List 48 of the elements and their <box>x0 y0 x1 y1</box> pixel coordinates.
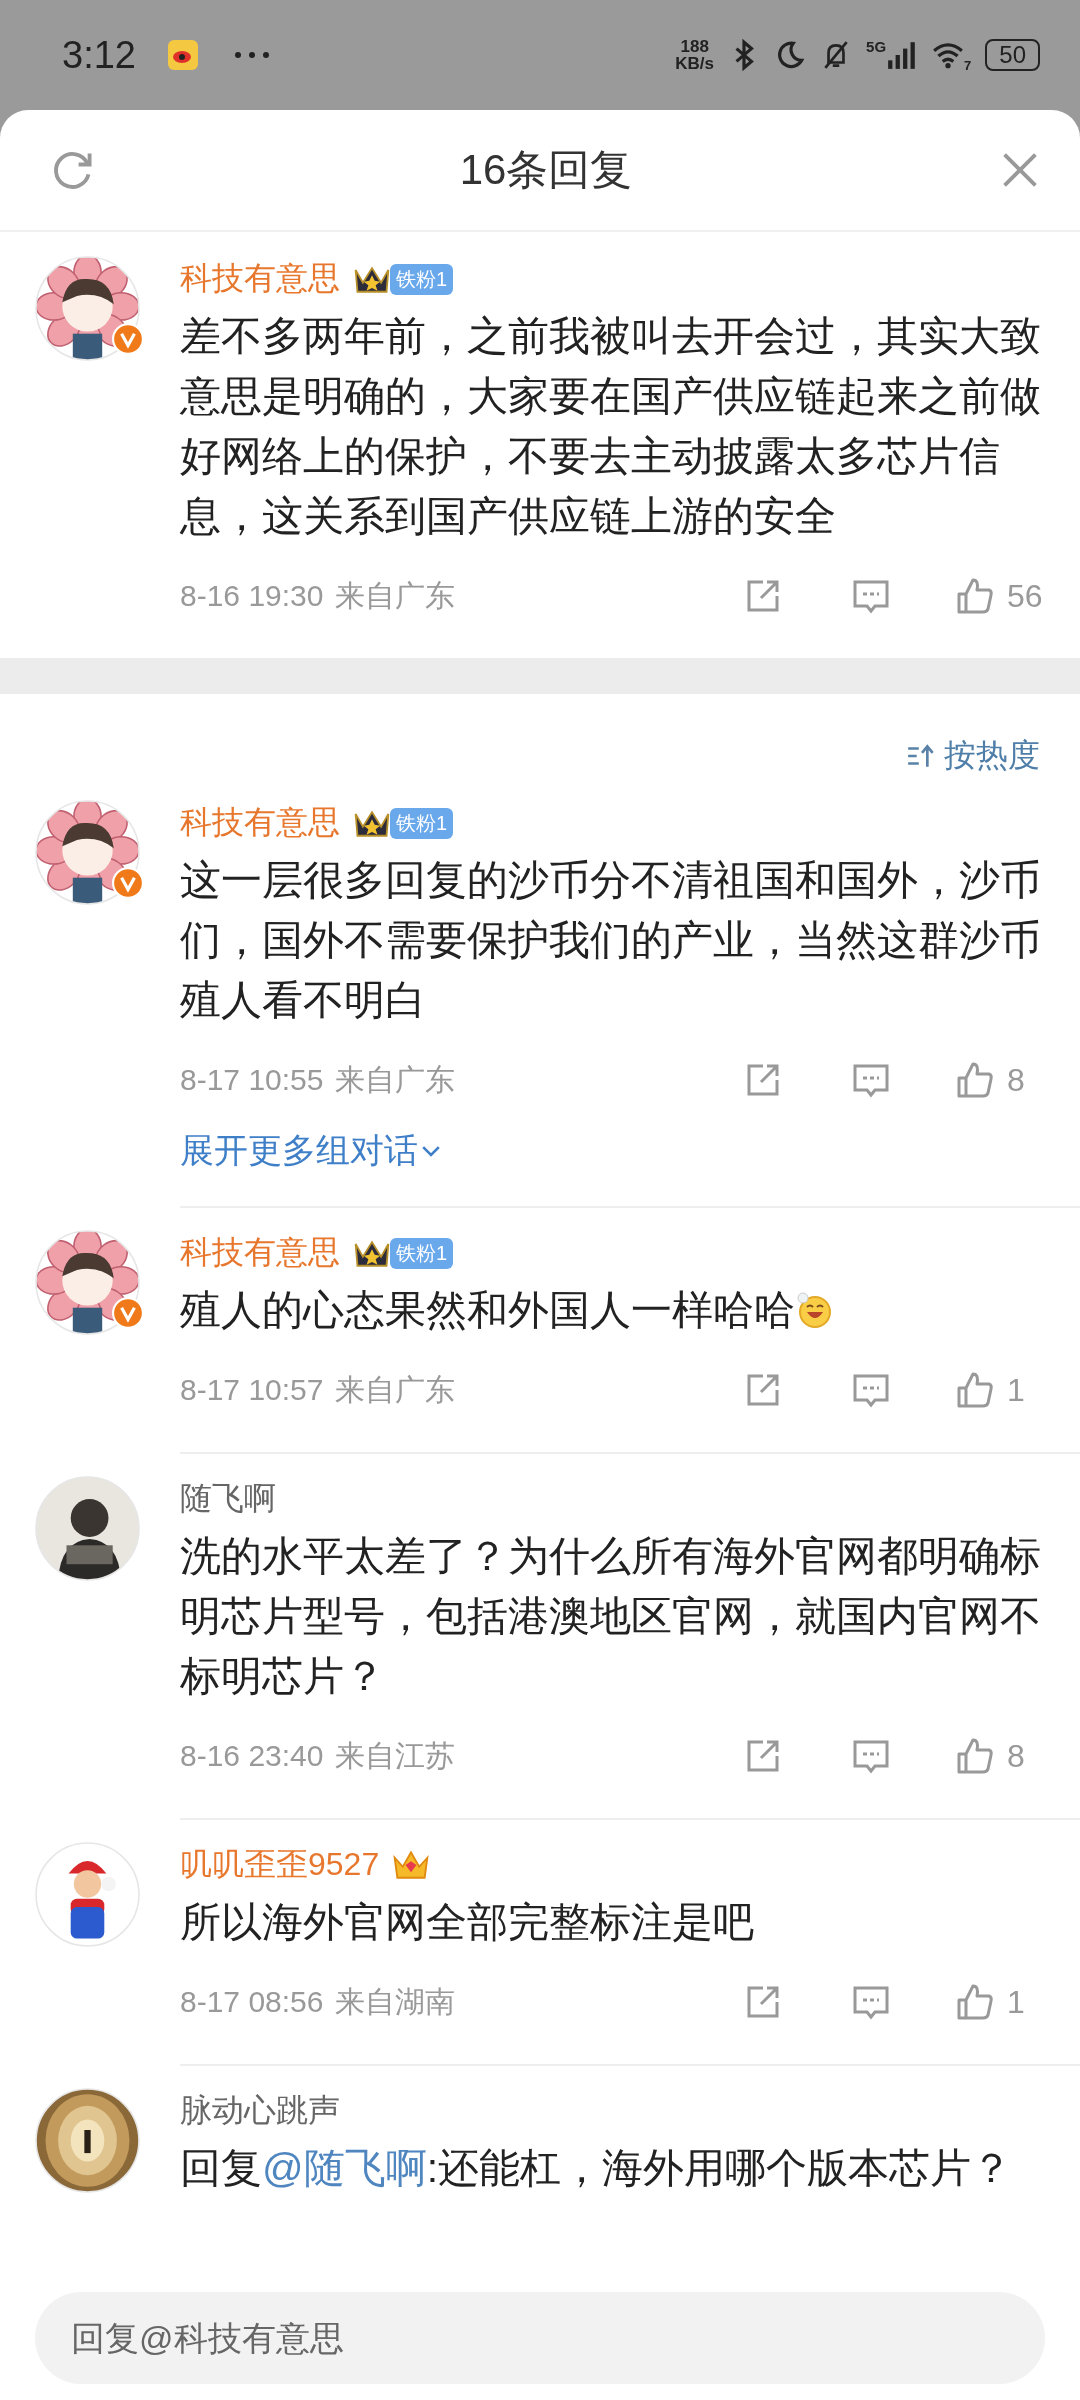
thumbs-up-icon[interactable] <box>955 1982 995 2022</box>
username[interactable]: 科技有意思 <box>180 1231 340 1275</box>
comment-text: 洗的水平太差了？为什么所有海外官网都明确标明芯片型号，包括港澳地区官网，就国内官网不标明芯片？ <box>180 1532 1042 1701</box>
username[interactable]: 叽叽歪歪9527 <box>180 1843 380 1887</box>
clock: 3:12 <box>62 33 136 77</box>
reply-input-field[interactable]: 回复@科技有意思 <box>35 2292 1045 2384</box>
like-count: 8 <box>1007 1061 1026 1099</box>
thumbs-up-icon[interactable] <box>955 1060 995 1100</box>
more-icon <box>233 51 270 59</box>
location-label: 来自广东 <box>335 1371 456 1408</box>
expand-link[interactable]: 展开更多组对话 <box>180 1128 444 1174</box>
comment-text: 所以海外官网全部完整标注是吧 <box>180 1898 755 1947</box>
like-count: 1 <box>1007 1371 1026 1409</box>
timestamp: 8-16 19:30 <box>180 579 324 613</box>
network-speed: 188 KB/s <box>675 38 715 72</box>
fan-badge: 铁粉1 <box>390 807 454 839</box>
comment-text: 殖人的心态果然和外国人一样哈哈 <box>180 1280 1045 1340</box>
username[interactable]: 科技有意思 <box>180 257 340 301</box>
location-label: 来自广东 <box>335 577 456 614</box>
app-icon <box>167 40 198 70</box>
comment-text: 这一层很多回复的沙币分不清祖国和国外，沙币们，国外不需要保护我们的产业，当然这群沙币殖人看不明白 <box>180 856 1042 1025</box>
battery-indicator: 50 <box>985 39 1040 71</box>
crown-icon <box>391 1848 432 1882</box>
mention-link[interactable]: @随飞啊 <box>262 2145 427 2191</box>
comment-text: 差不多两年前，之前我被叫去开会过，其实大致意思是明确的，大家要在国产供应链起来之前做好网络上的保护，不要去主动披露太多芯片信息，这关系到国产供应链上游的安全 <box>180 312 1042 541</box>
location-label: 来自江苏 <box>335 1737 456 1774</box>
thumbs-up-icon[interactable] <box>955 1370 995 1410</box>
username[interactable]: 脉动心跳声 <box>180 2089 340 2133</box>
sheet-title: 16条回复 <box>459 145 633 195</box>
like-count: 56 <box>1007 577 1044 615</box>
network-type: 5G <box>866 38 887 55</box>
username[interactable]: 科技有意思 <box>180 801 340 845</box>
location-label: 来自湖南 <box>335 1983 456 2020</box>
fan-badge: 铁粉1 <box>390 1237 454 1269</box>
like-count: 8 <box>1007 1737 1026 1775</box>
like-count: 1 <box>1007 1983 1026 2021</box>
sort-button[interactable]: 按热度 <box>906 734 1040 778</box>
wifi-generation: 7 <box>964 57 972 73</box>
fan-badge: 铁粉1 <box>390 263 454 295</box>
thumbs-up-icon[interactable] <box>955 576 995 616</box>
comment-text: 回复@随飞啊:还能杠，海外用哪个版本芯片？ <box>180 2144 1014 2193</box>
username[interactable]: 随飞啊 <box>180 1477 276 1521</box>
timestamp: 8-16 23:40 <box>180 1739 324 1773</box>
timestamp: 8-17 08:56 <box>180 1985 324 2019</box>
location-label: 来自广东 <box>335 1061 456 1098</box>
thumbs-up-icon[interactable] <box>955 1736 995 1776</box>
timestamp: 8-17 10:55 <box>180 1063 324 1097</box>
timestamp: 8-17 10:57 <box>180 1373 324 1407</box>
